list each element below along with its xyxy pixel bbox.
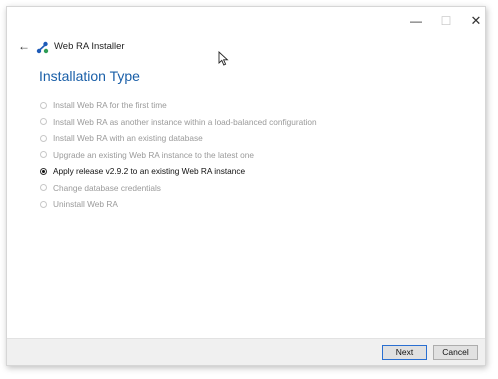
back-arrow-icon[interactable]: ←: [18, 39, 30, 53]
installer-window: — ☐ ✕ ← Web RA Installer Installation Ty…: [6, 6, 486, 366]
title-bar: — ☐ ✕: [7, 7, 485, 37]
option-label: Install Web RA with an existing database: [53, 133, 203, 144]
option-label: Apply release v2.9.2 to an existing Web …: [53, 166, 246, 177]
option-label: Change database credentials: [53, 182, 161, 193]
maximize-button[interactable]: ☐: [435, 13, 457, 29]
app-logo-icon: [36, 41, 49, 54]
option-upgrade-instance[interactable]: Upgrade an existing Web RA instance to t…: [40, 147, 317, 164]
app-header: ← Web RA Installer: [7, 37, 485, 59]
option-change-db-credentials[interactable]: Change database credentials: [40, 180, 317, 197]
option-install-existing-db[interactable]: Install Web RA with an existing database: [40, 130, 317, 147]
installation-type-radio-group: Install Web RA for the first time Instal…: [40, 97, 317, 213]
radio-button[interactable]: [40, 151, 47, 159]
radio-button[interactable]: [40, 118, 47, 126]
close-button[interactable]: ✕: [465, 13, 487, 29]
next-button[interactable]: Next: [382, 345, 427, 360]
button-bar: Next Cancel: [7, 338, 485, 365]
radio-button[interactable]: [40, 200, 47, 208]
page-title: Installation Type: [39, 68, 140, 84]
option-label: Uninstall Web RA: [53, 199, 118, 210]
option-label: Install Web RA for the first time: [53, 100, 167, 111]
option-label: Upgrade an existing Web RA instance to t…: [53, 149, 254, 160]
radio-button-selected[interactable]: [40, 167, 47, 175]
option-apply-release[interactable]: Apply release v2.9.2 to an existing Web …: [40, 163, 317, 180]
app-title: Web RA Installer: [54, 41, 125, 52]
radio-button[interactable]: [40, 101, 47, 109]
mouse-cursor-icon: [218, 51, 229, 66]
option-uninstall[interactable]: Uninstall Web RA: [40, 196, 317, 213]
cancel-button[interactable]: Cancel: [433, 345, 478, 360]
option-label: Install Web RA as another instance withi…: [53, 116, 317, 127]
option-install-load-balanced[interactable]: Install Web RA as another instance withi…: [40, 114, 317, 131]
radio-button[interactable]: [40, 134, 47, 142]
radio-button[interactable]: [40, 184, 47, 192]
option-install-first-time[interactable]: Install Web RA for the first time: [40, 97, 317, 114]
minimize-button[interactable]: —: [405, 13, 427, 29]
